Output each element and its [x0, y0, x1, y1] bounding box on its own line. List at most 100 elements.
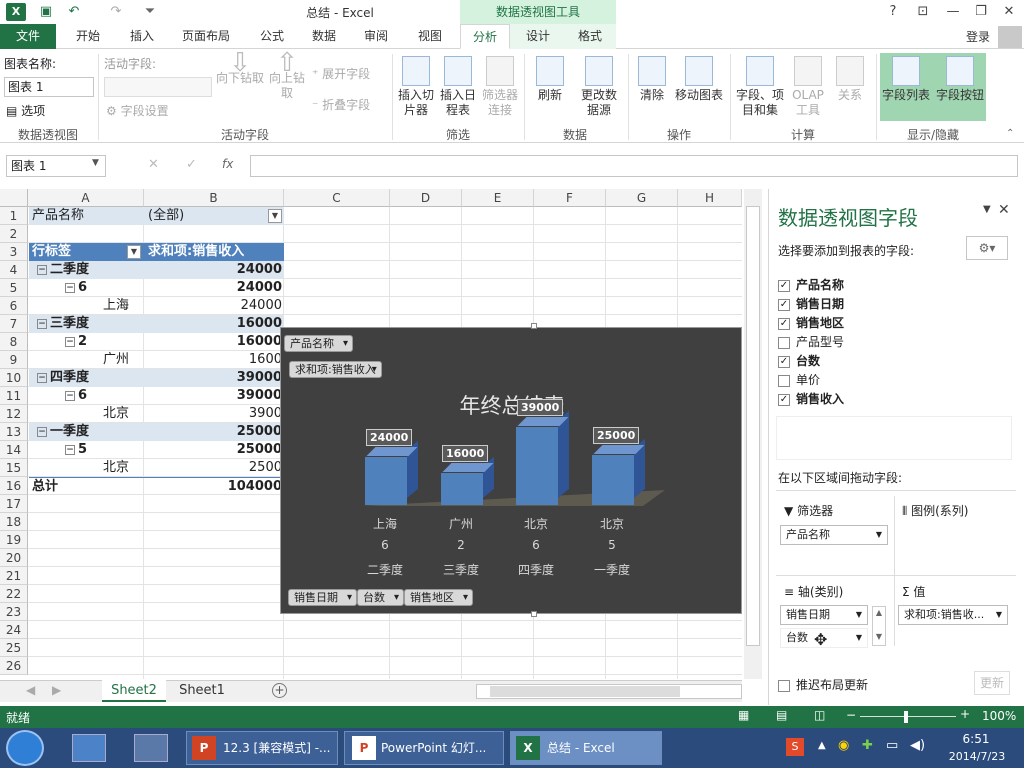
start-button[interactable]	[6, 730, 44, 766]
column-header[interactable]: A	[28, 189, 144, 207]
values-area-item[interactable]: 求和项:销售收...	[898, 605, 1008, 625]
axis-area-scroll[interactable]: ▲ ▼	[872, 606, 886, 646]
field-item[interactable]: ✓ 销售日期	[778, 295, 844, 312]
field-checkbox[interactable]: ✓	[778, 298, 790, 311]
move-chart-button[interactable]: 移动图表	[672, 56, 726, 103]
tab-design[interactable]: 设计	[514, 24, 562, 49]
field-checkbox[interactable]	[778, 374, 790, 387]
pivot-row-label[interactable]: − 二季度	[29, 261, 144, 279]
expand-field-button[interactable]: ⁺ 展开字段	[312, 65, 370, 82]
axis-area-item[interactable]: 销售日期	[780, 605, 868, 625]
pivot-chart[interactable]: 产品名称 求和项:销售收入 年终总结表 24000上海6二季度16000广州2三…	[280, 327, 742, 614]
sheet-tab-sheet2[interactable]: Sheet2	[102, 680, 166, 702]
field-checkbox[interactable]: ✓	[778, 279, 790, 292]
chart-bar-top[interactable]	[593, 445, 645, 454]
chart-resize-handle[interactable]	[531, 323, 537, 329]
filter-dropdown-icon[interactable]: ▼	[268, 209, 282, 223]
tray-app-icon[interactable]: ✚	[862, 738, 873, 753]
row-header[interactable]: 19	[0, 531, 28, 549]
ime-icon[interactable]: S	[786, 738, 804, 756]
zoom-in-icon[interactable]: +	[960, 707, 970, 721]
vertical-scroll-thumb[interactable]	[746, 206, 760, 646]
undo-icon[interactable]: ↶	[64, 3, 84, 21]
row-header[interactable]: 7	[0, 315, 28, 333]
customize-qat-icon[interactable]: ⏷	[140, 3, 160, 21]
clear-button[interactable]: 清除	[634, 56, 670, 103]
row-header[interactable]: 5	[0, 279, 28, 297]
insert-slicer-button[interactable]: 插入切片器	[396, 56, 436, 118]
insert-function-icon[interactable]: fx	[222, 157, 233, 171]
chart-resize-handle[interactable]	[531, 611, 537, 617]
prev-sheet-icon[interactable]: ◀	[26, 683, 35, 697]
options-button[interactable]: ▤ 选项	[6, 102, 45, 119]
chart-bar-top[interactable]	[517, 417, 569, 426]
field-checkbox[interactable]: ✓	[778, 317, 790, 330]
row-header[interactable]: 9	[0, 351, 28, 369]
next-sheet-icon[interactable]: ▶	[52, 683, 61, 697]
column-header[interactable]: C	[284, 189, 390, 207]
pivot-row-label[interactable]: − 三季度	[29, 315, 144, 333]
add-sheet-icon[interactable]: +	[272, 683, 287, 698]
help-icon[interactable]: ?	[880, 2, 906, 22]
insert-timeline-button[interactable]: 插入日程表	[438, 56, 478, 118]
fields-items-sets-button[interactable]: 字段、项目和集	[734, 56, 786, 118]
row-header[interactable]: 13	[0, 423, 28, 441]
show-desktop-icon[interactable]	[72, 734, 106, 762]
row-labels-dropdown-icon[interactable]: ▼	[127, 245, 141, 259]
pane-menu-icon[interactable]: ▼	[983, 204, 991, 215]
tab-data[interactable]: 数据	[300, 24, 348, 49]
row-header[interactable]: 17	[0, 495, 28, 513]
restore-icon[interactable]: ❐	[968, 2, 994, 22]
field-checkbox[interactable]	[778, 336, 790, 349]
volume-icon[interactable]: ◀)	[910, 738, 925, 753]
field-item[interactable]: ✓ 台数	[778, 352, 820, 369]
sheet-tab-sheet1[interactable]: Sheet1	[170, 680, 234, 702]
defer-checkbox[interactable]	[778, 679, 790, 692]
formula-input[interactable]	[250, 155, 1018, 177]
page-layout-view-icon[interactable]: ▤	[776, 708, 787, 722]
pivot-row-label[interactable]: 北京	[29, 405, 144, 423]
field-checkbox[interactable]: ✓	[778, 355, 790, 368]
row-header[interactable]: 3	[0, 243, 28, 261]
axis-button-units[interactable]: 台数	[357, 589, 404, 606]
column-header[interactable]: B	[144, 189, 284, 207]
row-header[interactable]: 24	[0, 621, 28, 639]
pivot-row-label[interactable]: − 四季度	[29, 369, 144, 387]
axis-button-region[interactable]: 销售地区	[404, 589, 473, 606]
select-all-corner[interactable]	[0, 189, 28, 207]
row-header[interactable]: 1	[0, 207, 28, 225]
collapse-field-button[interactable]: ⁻ 折叠字段	[312, 96, 370, 113]
network-icon[interactable]: ▭	[886, 738, 898, 753]
change-source-button[interactable]: 更改数据源	[576, 56, 622, 118]
row-header[interactable]: 21	[0, 567, 28, 585]
row-header[interactable]: 15	[0, 459, 28, 477]
row-header[interactable]: 16	[0, 477, 28, 495]
column-header[interactable]: G	[606, 189, 678, 207]
pane-settings-icon[interactable]: ⚙▾	[966, 236, 1008, 260]
field-buttons-button[interactable]: 字段按钮	[934, 56, 986, 103]
tab-analyze[interactable]: 分析	[460, 24, 510, 49]
save-icon[interactable]: ▣	[36, 3, 56, 21]
zoom-level[interactable]: 100%	[982, 709, 1016, 723]
chart-bar-top[interactable]	[366, 447, 418, 456]
minimize-icon[interactable]: —	[940, 2, 966, 22]
name-box-dropdown-icon[interactable]: ▼	[92, 158, 99, 168]
active-field-input[interactable]	[104, 77, 212, 97]
row-header[interactable]: 26	[0, 657, 28, 675]
row-header[interactable]: 8	[0, 333, 28, 351]
horizontal-scroll-thumb[interactable]	[490, 686, 680, 697]
pivot-row-label[interactable]: −6	[29, 279, 144, 297]
tab-formulas[interactable]: 公式	[248, 24, 296, 49]
collapse-icon[interactable]: −	[37, 426, 47, 437]
row-header[interactable]: 6	[0, 297, 28, 315]
close-icon[interactable]: ✕	[996, 2, 1022, 22]
column-header[interactable]: E	[462, 189, 534, 207]
column-header[interactable]: D	[390, 189, 462, 207]
chart-bar[interactable]	[592, 455, 634, 505]
collapse-icon[interactable]: −	[37, 372, 47, 383]
collapse-icon[interactable]: −	[37, 318, 47, 329]
tray-app-icon[interactable]: ◉	[838, 738, 849, 753]
row-header[interactable]: 18	[0, 513, 28, 531]
tab-file[interactable]: 文件	[0, 24, 56, 49]
chart-bar[interactable]	[441, 473, 483, 505]
